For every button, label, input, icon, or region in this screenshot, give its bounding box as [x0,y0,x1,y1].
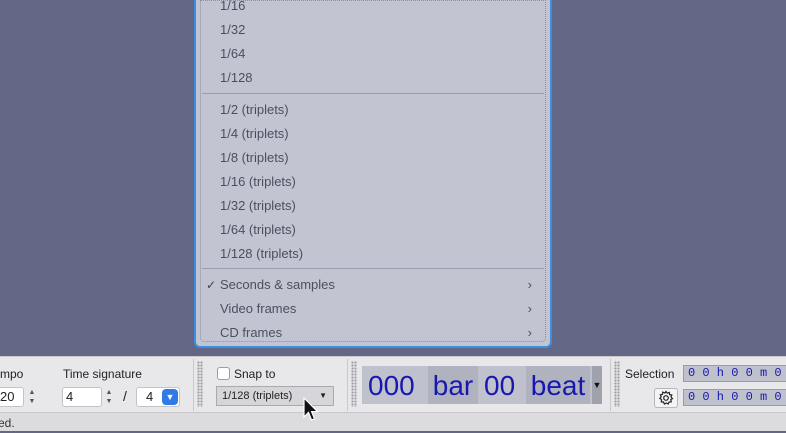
menu-item-seconds-samples[interactable]: ✓ Seconds & samples › [196,274,546,296]
chevron-right-icon: › [527,277,532,292]
time-signature-label: Time signature [63,367,142,381]
menu-item-label: 1/4 (triplets) [220,126,289,141]
menu-item-1-4-triplets[interactable]: 1/4 (triplets) [196,123,546,145]
menu-separator [202,268,544,269]
ts-slash: / [123,388,127,404]
mouse-cursor-icon [303,397,319,421]
chevron-right-icon: › [527,325,532,340]
toolbar-divider [347,359,348,411]
menu-item-label: 1/16 [220,0,246,13]
menu-item-label: Video frames [220,301,297,316]
toolbar-divider [610,359,611,411]
status-bar: ed. [0,412,786,431]
menu-item-cd-frames[interactable]: CD frames › [196,322,546,344]
chevron-down-icon[interactable]: ▼ [162,389,178,405]
toolbar-grip[interactable] [351,361,357,407]
selection-start-time[interactable]: 0 0 h 0 0 m 0 0 . [683,365,786,382]
chevron-right-icon: › [527,301,532,316]
menu-item-1-2-triplets[interactable]: 1/2 (triplets) [196,99,546,121]
chevron-down-icon: ▼ [319,391,327,400]
menu-item-label: 1/64 (triplets) [220,222,296,237]
toolbar-grip[interactable] [614,361,620,407]
tempo-stepper[interactable]: ▲ ▼ [27,388,37,408]
menu-item-label: 1/8 (triplets) [220,150,289,165]
ts-numerator-stepper[interactable]: ▲ ▼ [104,388,114,408]
menu-item-label: 1/16 (triplets) [220,174,296,189]
time-format-dropdown-icon[interactable]: ▼ [592,366,602,404]
gear-icon [658,390,674,405]
snap-label: Snap to [234,367,276,381]
time-bar-unit: bar [428,366,478,404]
selection-settings-button[interactable] [654,388,678,408]
tempo-label: mpo [0,367,24,381]
menu-item-1-64[interactable]: 1/64 [196,43,546,65]
menu-item-label: 1/64 [220,46,246,61]
menu-item-1-32-triplets[interactable]: 1/32 (triplets) [196,195,546,217]
menu-item-label: 1/2 (triplets) [220,102,289,117]
time-display[interactable]: 000 bar 00 beat ▼ [362,366,602,404]
time-bars-value: 000 [368,370,415,401]
ts-denominator-value: 4 [146,389,154,404]
menu-item-label: 1/32 (triplets) [220,198,296,213]
menu-item-1-16[interactable]: 1/16 [196,0,546,17]
toolbar-grip[interactable] [197,361,203,407]
menu-item-1-16-triplets[interactable]: 1/16 (triplets) [196,171,546,193]
menu-item-video-frames[interactable]: Video frames › [196,298,546,320]
snap-select-value: 1/128 (triplets) [222,390,293,402]
time-beat-unit: beat [526,366,590,404]
toolbar-divider [193,359,194,411]
menu-item-label: 1/128 [220,70,253,85]
menu-separator [202,93,544,94]
menu-item-label: CD frames [220,325,283,340]
snap-dropdown-menu: 1/16 1/32 1/64 1/128 1/2 (triplets) 1/4 … [194,0,552,348]
menu-item-1-8-triplets[interactable]: 1/8 (triplets) [196,147,546,169]
menu-item-1-128[interactable]: 1/128 [196,67,546,89]
menu-item-label: 1/128 (triplets) [220,246,304,261]
time-beats-value: 00 [484,370,516,401]
menu-item-label: 1/32 [220,22,246,37]
menu-item-label: Seconds & samples [220,277,335,292]
tempo-input[interactable]: 20 [0,387,24,407]
menu-item-1-32[interactable]: 1/32 [196,19,546,41]
menu-item-1-128-triplets[interactable]: 1/128 (triplets) [196,243,546,265]
ts-numerator-input[interactable]: 4 [62,387,102,407]
selection-end-time[interactable]: 0 0 h 0 0 m 0 0 . [683,389,786,406]
status-text: ed. [0,416,15,430]
snap-checkbox[interactable] [217,367,230,380]
menu-item-1-64-triplets[interactable]: 1/64 (triplets) [196,219,546,241]
checkmark-icon: ✓ [206,278,217,292]
selection-label: Selection [625,367,675,381]
